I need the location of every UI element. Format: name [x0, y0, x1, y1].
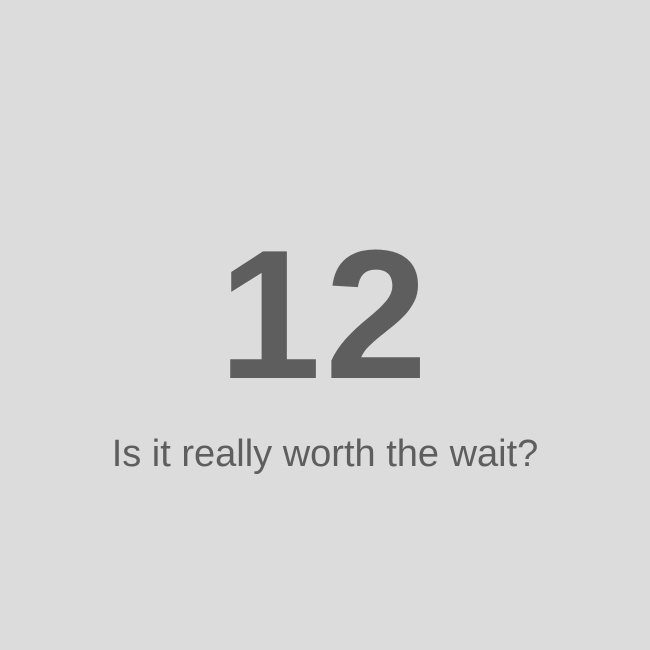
countdown-number: 12 [218, 211, 432, 417]
countdown-message: Is it really worth the wait? [111, 433, 539, 475]
countdown-screen: 12 Is it really worth the wait? [0, 0, 650, 650]
